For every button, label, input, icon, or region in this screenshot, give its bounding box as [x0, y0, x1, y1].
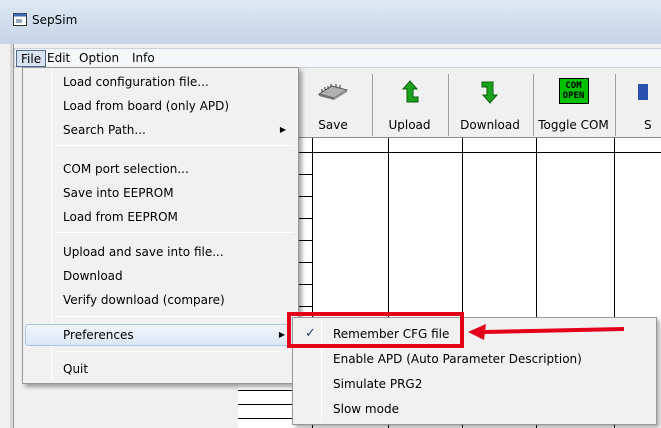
save-label: Save	[318, 118, 348, 132]
window-title: SepSim	[32, 13, 78, 27]
menu-item-verify-download[interactable]: Verify download (compare)	[25, 289, 296, 311]
menu-bar: File Edit Option Info	[14, 48, 661, 68]
menu-item-load-config[interactable]: Load configuration file...	[25, 71, 296, 93]
toggle-com-label: Toggle COM	[538, 118, 609, 132]
menu-info[interactable]: Info	[128, 50, 159, 67]
menu-option[interactable]: Option	[75, 50, 123, 67]
menu-item-load-eeprom[interactable]: Load from EEPROM	[25, 206, 296, 228]
menu-item-upload-save[interactable]: Upload and save into file...	[25, 241, 296, 263]
download-label: Download	[460, 118, 520, 132]
menu-item-save-eeprom[interactable]: Save into EEPROM	[25, 182, 296, 204]
menu-item-com-port[interactable]: COM port selection...	[25, 158, 296, 180]
download-arrow-icon	[481, 81, 499, 104]
menu-item-load-from-board[interactable]: Load from board (only APD)	[25, 95, 296, 117]
app-icon	[13, 13, 27, 26]
menu-item-download[interactable]: Download	[25, 265, 296, 287]
menu-item-search-path-label: Search Path...	[63, 123, 146, 137]
annotation-arrow-icon	[468, 324, 625, 340]
menu-item-preferences[interactable]: Preferences ▶	[25, 324, 296, 346]
partial-icon	[638, 84, 648, 100]
title-bar: SepSim	[0, 0, 661, 44]
upload-button[interactable]: Upload	[372, 74, 446, 136]
menu-edit[interactable]: Edit	[43, 50, 74, 67]
submenu-item-simulate-prg2[interactable]: Simulate PRG2	[295, 373, 654, 395]
menu-separator	[56, 351, 294, 352]
file-menu-dropdown: Load configuration file... Load from boa…	[22, 67, 299, 384]
grid-line	[238, 152, 661, 153]
menu-separator	[56, 316, 294, 317]
partial-label: S	[644, 118, 652, 132]
partial-toolbar-button[interactable]: S	[615, 74, 661, 136]
toggle-com-button[interactable]: COM OPEN Toggle COM	[533, 74, 613, 136]
com-open-icon: COM OPEN	[558, 78, 589, 104]
save-button[interactable]: Save	[296, 74, 370, 136]
submenu-item-enable-apd[interactable]: Enable APD (Auto Parameter Description)	[295, 348, 654, 370]
submenu-arrow-icon: ▶	[278, 330, 285, 339]
download-button[interactable]: Download	[448, 74, 531, 136]
menu-item-search-path[interactable]: Search Path... ▶	[25, 119, 296, 141]
upload-arrow-icon	[401, 80, 418, 103]
menu-item-quit[interactable]: Quit	[25, 358, 296, 380]
annotation-highlight-box	[287, 312, 464, 348]
menu-item-preferences-label: Preferences	[63, 328, 134, 342]
menu-separator	[56, 232, 294, 233]
toolbar: Save Upload Download COM OPEN Toggle COM…	[296, 70, 661, 138]
menu-file[interactable]: File	[16, 50, 47, 67]
submenu-item-slow-mode[interactable]: Slow mode	[295, 398, 654, 420]
app-window: SepSim File Edit Option Info Save Upload…	[0, 0, 661, 428]
upload-label: Upload	[388, 118, 431, 132]
menu-separator	[56, 145, 294, 146]
chip-icon	[317, 84, 349, 100]
submenu-arrow-icon: ▶	[279, 125, 286, 134]
